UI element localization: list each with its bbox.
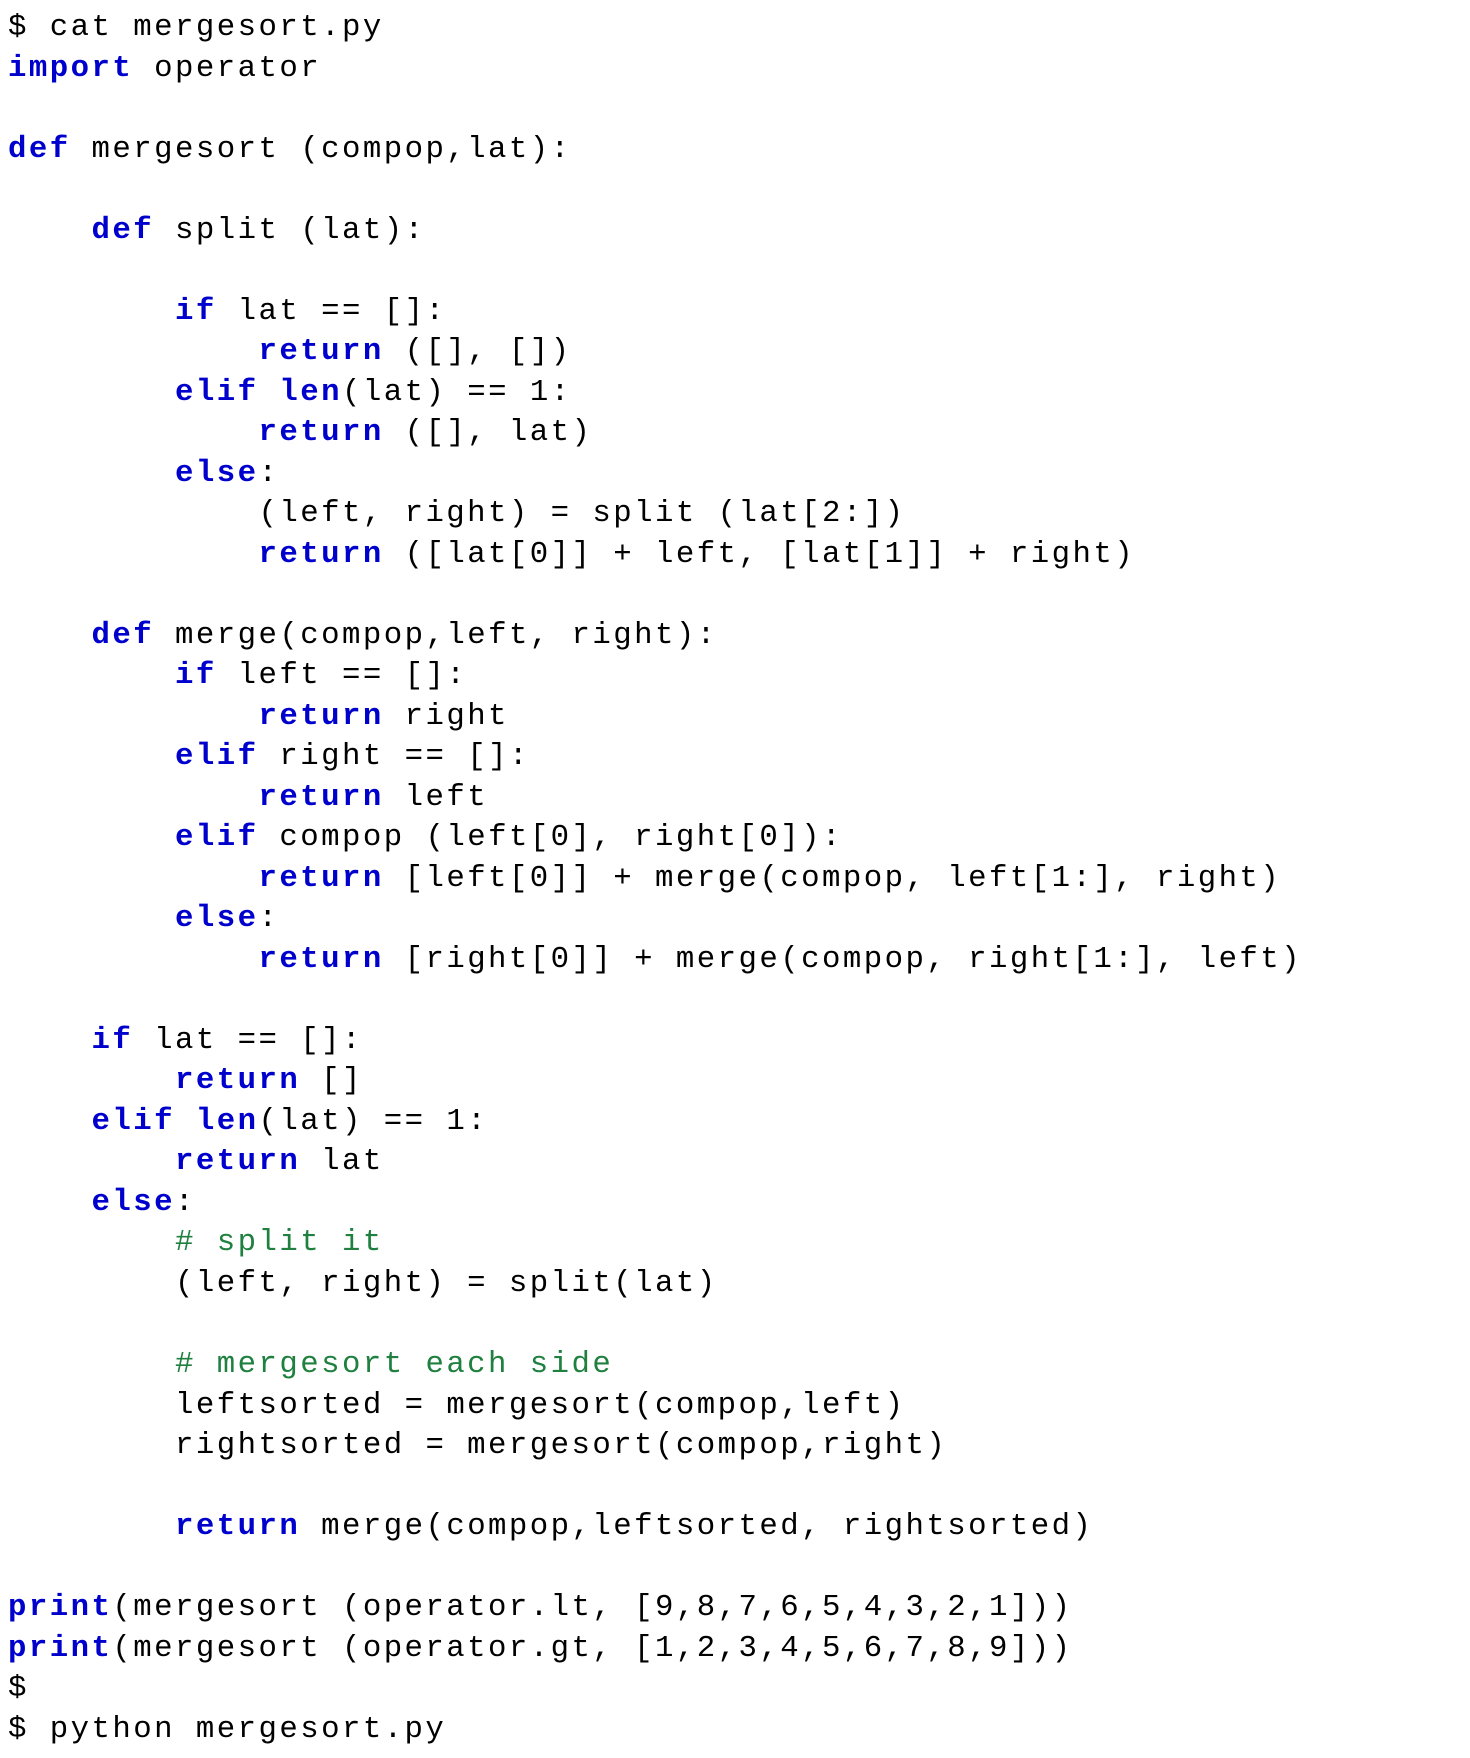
indent bbox=[8, 1063, 175, 1098]
indent bbox=[8, 1023, 92, 1058]
return-expr: [] bbox=[300, 1063, 363, 1098]
prompt-dollar: $ bbox=[8, 1671, 29, 1706]
elif-cond: (lat) == 1: bbox=[342, 375, 572, 410]
indent bbox=[8, 699, 258, 734]
kw-def: def bbox=[92, 213, 155, 248]
return-expr: merge(compop,leftsorted, rightsorted) bbox=[300, 1509, 1093, 1544]
indent bbox=[8, 456, 175, 491]
kw-elif: elif bbox=[175, 739, 259, 774]
kw-return: return bbox=[175, 1063, 300, 1098]
return-expr: lat bbox=[300, 1144, 384, 1179]
indent bbox=[8, 780, 258, 815]
elif-cond: compop (left[0], right[0]): bbox=[258, 820, 842, 855]
kw-return: return bbox=[258, 780, 383, 815]
colon: : bbox=[258, 901, 279, 936]
kw-return: return bbox=[258, 334, 383, 369]
comment: # split it bbox=[175, 1225, 384, 1260]
indent bbox=[8, 415, 258, 450]
kw-if: if bbox=[175, 294, 217, 329]
indent bbox=[8, 334, 258, 369]
indent bbox=[8, 537, 258, 572]
kw-if: if bbox=[92, 1023, 134, 1058]
return-expr: ([], lat) bbox=[384, 415, 593, 450]
kw-return: return bbox=[258, 415, 383, 450]
indent bbox=[8, 1225, 175, 1260]
kw-return: return bbox=[258, 942, 383, 977]
colon: : bbox=[258, 456, 279, 491]
kw-else: else bbox=[92, 1185, 176, 1220]
indent bbox=[8, 618, 92, 653]
indent bbox=[8, 1185, 92, 1220]
kw-else: else bbox=[175, 456, 259, 491]
prompt-dollar: $ bbox=[8, 1712, 29, 1747]
def-merge-sig: merge(compop,left, right): bbox=[154, 618, 718, 653]
indent bbox=[8, 1509, 175, 1544]
indent bbox=[8, 739, 175, 774]
indent bbox=[8, 1266, 175, 1301]
import-rest: operator bbox=[133, 51, 321, 86]
kw-def: def bbox=[8, 132, 71, 167]
indent bbox=[8, 861, 258, 896]
kw-return: return bbox=[258, 699, 383, 734]
indent bbox=[8, 942, 258, 977]
indent bbox=[8, 496, 258, 531]
indent bbox=[8, 1428, 175, 1463]
def-split-sig: split (lat): bbox=[154, 213, 425, 248]
return-expr: right bbox=[384, 699, 509, 734]
kw-elif: elif bbox=[175, 820, 259, 855]
def-mergesort-sig: mergesort (compop,lat): bbox=[71, 132, 572, 167]
return-expr: [right[0]] + merge(compop, right[1:], le… bbox=[384, 942, 1302, 977]
indent bbox=[8, 1104, 92, 1139]
python-run-command: python mergesort.py bbox=[29, 1712, 446, 1747]
print-call: (mergesort (operator.lt, [9,8,7,6,5,4,3,… bbox=[112, 1590, 1072, 1625]
assign-rightsorted: rightsorted = mergesort(compop,right) bbox=[175, 1428, 947, 1463]
cat-command: cat mergesort.py bbox=[29, 10, 384, 45]
assign-split: (left, right) = split(lat) bbox=[175, 1266, 718, 1301]
indent bbox=[8, 294, 175, 329]
builtin-len: len bbox=[279, 375, 342, 410]
kw-return: return bbox=[175, 1509, 300, 1544]
kw-if: if bbox=[175, 658, 217, 693]
indent bbox=[8, 901, 175, 936]
return-expr: left bbox=[384, 780, 488, 815]
colon: : bbox=[175, 1185, 196, 1220]
indent bbox=[8, 375, 175, 410]
if-cond: lat == []: bbox=[133, 1023, 363, 1058]
kw-return: return bbox=[258, 537, 383, 572]
indent bbox=[8, 213, 92, 248]
indent bbox=[8, 820, 175, 855]
terminal-output: $ cat mergesort.py import operator def m… bbox=[0, 0, 1470, 1758]
elif-cond: right == []: bbox=[258, 739, 529, 774]
return-expr: [left[0]] + merge(compop, left[1:], righ… bbox=[384, 861, 1281, 896]
if-cond: lat == []: bbox=[217, 294, 447, 329]
return-expr: ([lat[0]] + left, [lat[1]] + right) bbox=[384, 537, 1135, 572]
kw-return: return bbox=[258, 861, 383, 896]
space bbox=[175, 1104, 196, 1139]
kw-else: else bbox=[175, 901, 259, 936]
kw-elif: elif bbox=[92, 1104, 176, 1139]
indent bbox=[8, 658, 175, 693]
assign-split: (left, right) = split (lat[2:]) bbox=[258, 496, 905, 531]
assign-leftsorted: leftsorted = mergesort(compop,left) bbox=[175, 1388, 906, 1423]
comment: # mergesort each side bbox=[175, 1347, 613, 1382]
space bbox=[258, 375, 279, 410]
indent bbox=[8, 1347, 175, 1382]
kw-print: print bbox=[8, 1631, 112, 1666]
elif-cond: (lat) == 1: bbox=[259, 1104, 489, 1139]
kw-return: return bbox=[175, 1144, 300, 1179]
kw-elif: elif bbox=[175, 375, 259, 410]
print-call: (mergesort (operator.gt, [1,2,3,4,5,6,7,… bbox=[112, 1631, 1072, 1666]
indent bbox=[8, 1144, 175, 1179]
indent bbox=[8, 1388, 175, 1423]
kw-def: def bbox=[92, 618, 155, 653]
if-cond: left == []: bbox=[217, 658, 467, 693]
return-expr: ([], []) bbox=[384, 334, 572, 369]
kw-print: print bbox=[8, 1590, 112, 1625]
kw-import: import bbox=[8, 51, 133, 86]
builtin-len: len bbox=[196, 1104, 259, 1139]
prompt-dollar: $ bbox=[8, 10, 29, 45]
